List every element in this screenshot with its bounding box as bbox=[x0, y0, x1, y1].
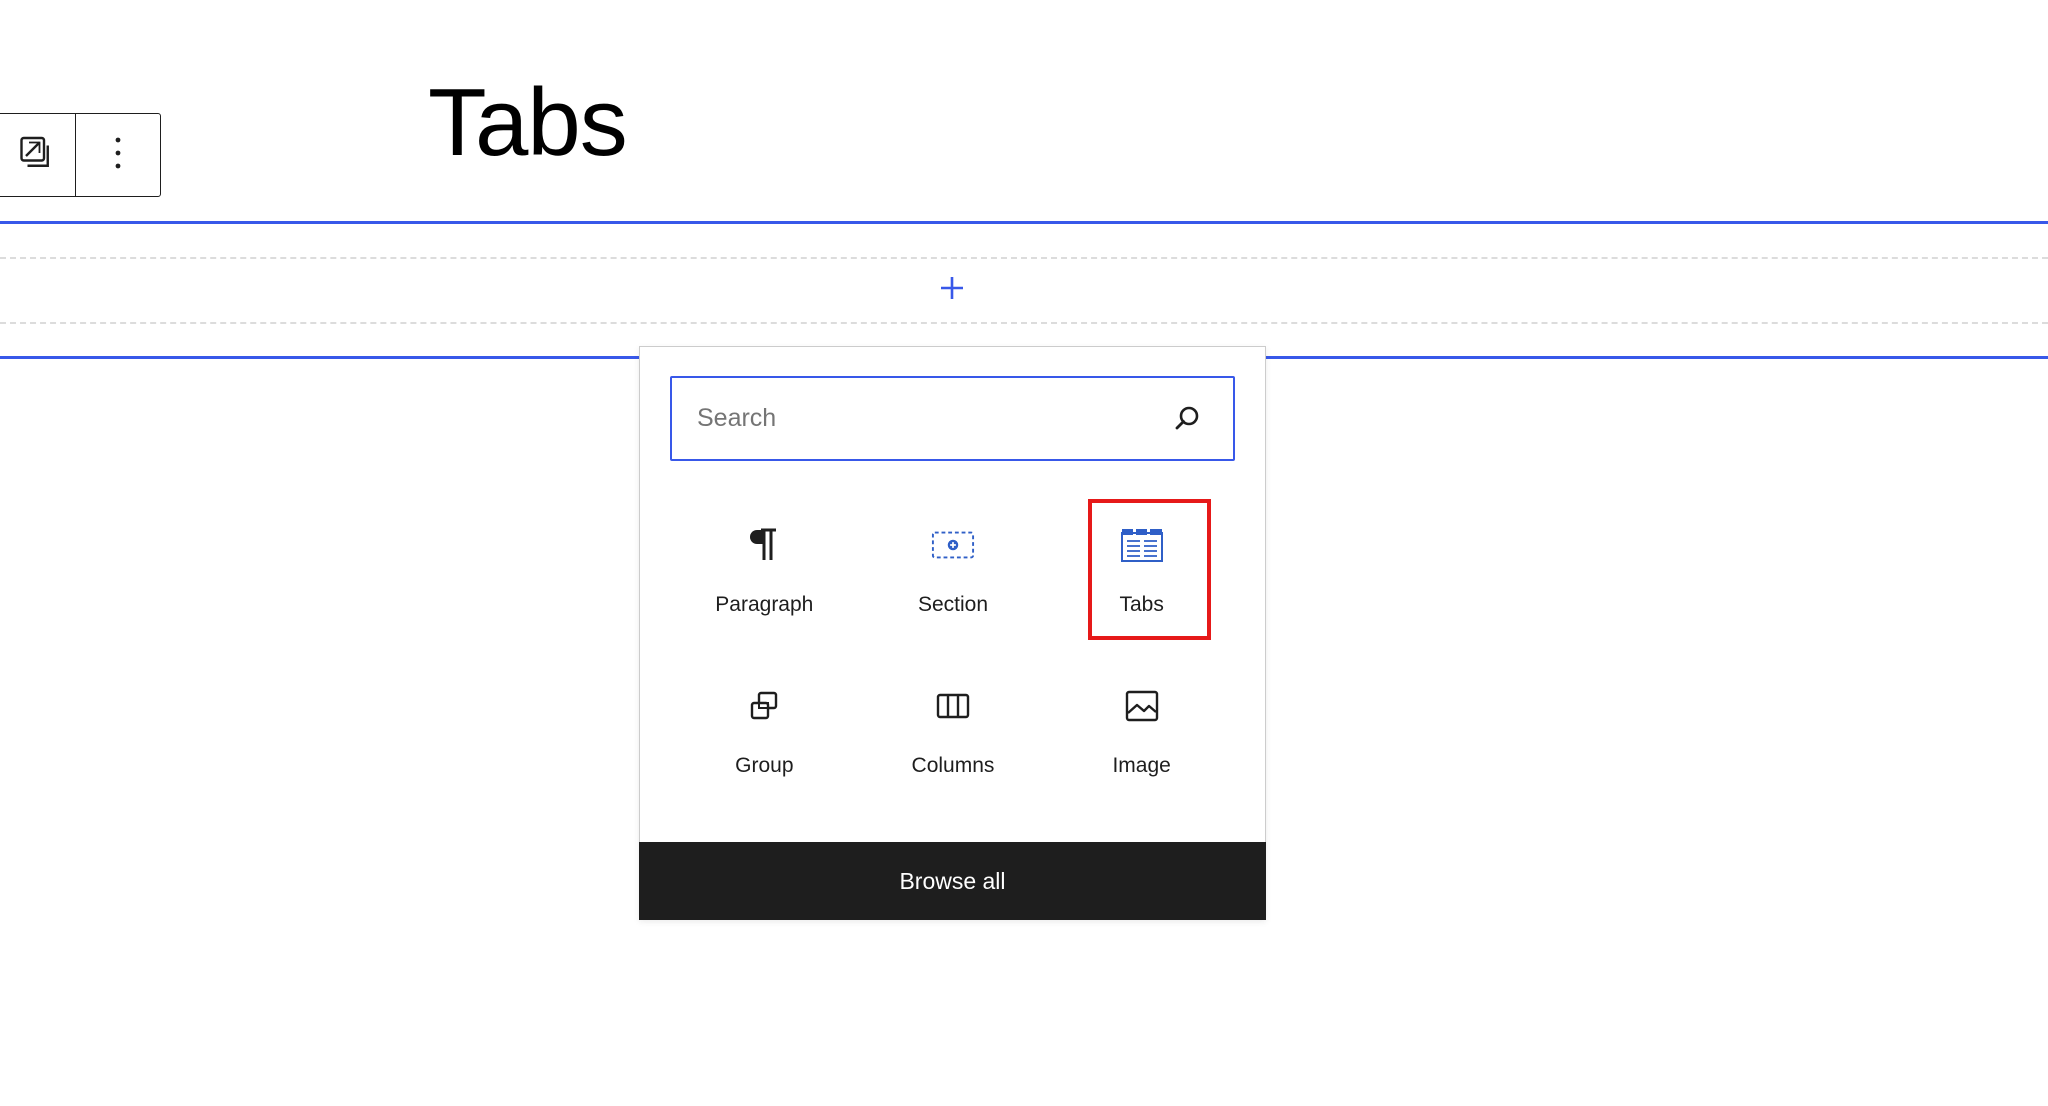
group-icon bbox=[742, 684, 786, 728]
page-title: Tabs bbox=[428, 69, 628, 176]
block-appender-button[interactable] bbox=[932, 270, 972, 310]
block-transform-icon bbox=[17, 135, 53, 176]
block-label: Group bbox=[735, 754, 794, 777]
block-grid: Paragraph Section Tabs Group Columns Ima… bbox=[670, 499, 1236, 803]
block-dashed-border-bottom bbox=[0, 322, 2048, 324]
block-item-group[interactable]: Group bbox=[670, 660, 859, 803]
block-label: Section bbox=[917, 593, 989, 616]
block-dashed-border-top bbox=[0, 257, 2048, 259]
block-label: Paragraph bbox=[715, 593, 814, 616]
block-item-columns[interactable]: Columns bbox=[859, 660, 1048, 803]
search-input[interactable] bbox=[672, 377, 1167, 460]
block-transform-button[interactable] bbox=[0, 114, 76, 196]
block-item-image[interactable]: Image bbox=[1047, 660, 1236, 803]
block-label: Tabs bbox=[1119, 593, 1164, 616]
block-label: Image bbox=[1112, 754, 1171, 777]
browse-all-button[interactable]: Browse all bbox=[639, 842, 1266, 920]
block-item-section[interactable]: Section bbox=[859, 499, 1048, 642]
search-icon[interactable] bbox=[1167, 399, 1207, 439]
selected-block-top-border bbox=[0, 221, 2048, 224]
paragraph-icon bbox=[742, 523, 786, 567]
more-vertical-icon bbox=[113, 136, 123, 175]
block-item-tabs[interactable]: Tabs bbox=[1047, 499, 1236, 642]
image-icon bbox=[1120, 684, 1164, 728]
columns-icon bbox=[931, 684, 975, 728]
tabs-icon bbox=[1120, 523, 1164, 567]
block-inserter-popover: Paragraph Section bbox=[639, 346, 1266, 920]
block-options-button[interactable] bbox=[76, 114, 160, 196]
plus-icon bbox=[939, 275, 965, 306]
highlight-box bbox=[1088, 499, 1212, 640]
block-label: Columns bbox=[911, 754, 995, 777]
section-icon bbox=[931, 523, 975, 567]
block-item-paragraph[interactable]: Paragraph bbox=[670, 499, 859, 642]
block-toolbar bbox=[0, 113, 161, 197]
search-box bbox=[670, 376, 1235, 461]
